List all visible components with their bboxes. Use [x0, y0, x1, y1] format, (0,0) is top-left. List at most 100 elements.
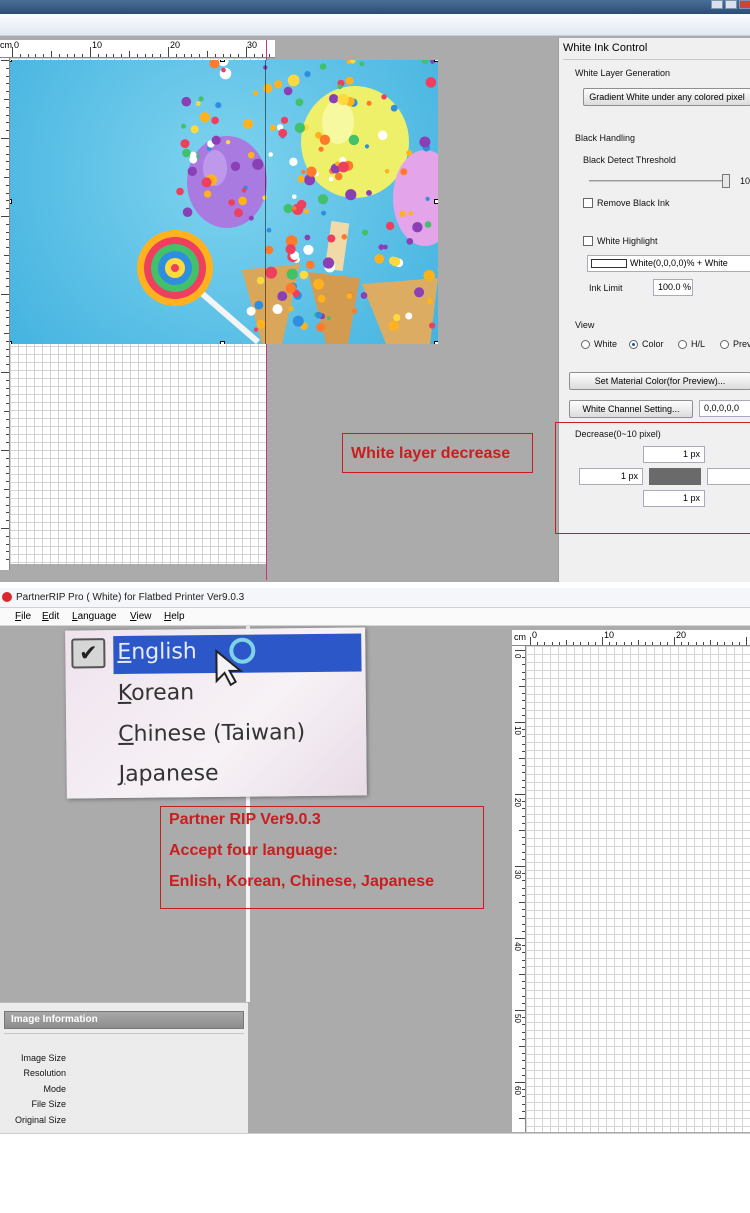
ruler-label: 20: [513, 798, 522, 807]
candy-sprinkle: [390, 257, 401, 267]
candy-sprinkle: [318, 146, 324, 152]
ruler-tick: [551, 642, 553, 645]
candy-sprinkle: [181, 96, 192, 107]
candy-image[interactable]: [10, 60, 438, 344]
candy-sprinkle: [405, 312, 413, 320]
ruler-tick: [521, 657, 525, 659]
decrease-highlight-box: [555, 422, 750, 534]
threshold-slider-track[interactable]: [589, 180, 729, 182]
ruler-tick: [616, 642, 618, 645]
ruler-tick: [519, 1046, 525, 1047]
ruler-tick: [6, 364, 9, 366]
candy-sprinkle: [426, 298, 433, 305]
view-hl-radio[interactable]: [678, 340, 687, 349]
candy-sprinkle: [345, 76, 354, 85]
candy-sprinkle: [182, 148, 191, 158]
candy-sprinkle: [361, 229, 369, 236]
candy-sprinkle: [412, 222, 423, 233]
ruler-tick: [105, 53, 107, 57]
white-highlight-color-field[interactable]: White(0,0,0,0)% + White: [587, 255, 750, 272]
ruler-tick: [521, 909, 525, 911]
ruler-tick: [6, 278, 9, 280]
menu-language[interactable]: Language: [72, 611, 117, 622]
language-option-korean[interactable]: Korean: [118, 680, 195, 706]
candy-sprinkle: [292, 206, 297, 211]
candy-sprinkle: [334, 172, 343, 181]
ruler-tick: [1, 450, 9, 451]
close-button[interactable]: [739, 0, 750, 9]
horizontal-ruler: cm 0 10 20: [512, 630, 750, 646]
white-channel-setting-button[interactable]: White Channel Setting...: [569, 400, 693, 418]
ruler-tick: [521, 693, 525, 695]
candy-sprinkle: [304, 234, 311, 241]
candy-sprinkle: [215, 102, 222, 109]
ink-limit-input[interactable]: 100.0 %: [653, 279, 693, 296]
candy-sprinkle: [187, 166, 197, 176]
candy-sprinkle: [283, 203, 293, 214]
ruler-tick: [530, 637, 531, 645]
remove-black-ink-checkbox[interactable]: [583, 198, 593, 208]
ruler-tick: [521, 750, 525, 752]
maximize-button[interactable]: [725, 0, 737, 9]
ruler-tick: [6, 387, 9, 389]
ruler-tick: [521, 873, 525, 875]
ruler-tick: [6, 247, 9, 249]
white-layer-generation-label: White Layer Generation: [575, 68, 671, 78]
candy-sprinkle: [338, 161, 349, 173]
white-highlight-checkbox[interactable]: [583, 236, 593, 246]
view-white-radio[interactable]: [581, 340, 590, 349]
ruler-tick: [515, 650, 525, 651]
ruler-tick: [6, 434, 9, 436]
candy-sprinkle: [286, 268, 298, 280]
white-layer-mode-select[interactable]: Gradient White under any colored pixel: [583, 88, 750, 106]
threshold-slider-thumb[interactable]: [722, 174, 730, 188]
menu-file[interactable]: File: [15, 611, 31, 622]
ruler-tick: [136, 53, 138, 57]
ruler-tick: [521, 923, 525, 925]
print-bed-grid[interactable]: [526, 646, 750, 1132]
ruler-tick: [6, 496, 9, 498]
view-color-radio[interactable]: [629, 340, 638, 349]
bottom-screenshot: PartnerRIP Pro ( White) for Flatbed Prin…: [0, 582, 750, 1213]
minimize-button[interactable]: [711, 0, 723, 9]
candy-sprinkle: [211, 116, 219, 125]
menu-help[interactable]: Help: [164, 611, 185, 622]
ruler-tick: [6, 465, 9, 467]
ruler-tick: [521, 822, 525, 824]
ruler-tick: [6, 356, 9, 358]
language-option-japanese[interactable]: Japanese: [119, 761, 219, 787]
view-preview-radio[interactable]: [720, 340, 729, 349]
candy-sprinkle: [201, 177, 212, 188]
ruler-tick: [4, 255, 9, 256]
ruler-tick: [519, 686, 525, 687]
menu-view[interactable]: View: [130, 611, 152, 622]
ruler-label: 20: [676, 630, 687, 640]
candy-sprinkle: [385, 221, 395, 231]
ruler-tick: [207, 51, 208, 57]
ruler-tick: [6, 481, 9, 483]
ruler-tick: [66, 53, 68, 57]
set-material-color-button[interactable]: Set Material Color(for Preview)...: [569, 372, 750, 390]
menu-edit[interactable]: Edit: [42, 611, 59, 622]
candy-sprinkle: [285, 244, 296, 255]
language-option-chinese[interactable]: Chinese (Taiwan): [118, 720, 305, 747]
ruler-tick: [74, 53, 76, 57]
candy-sprinkle: [296, 199, 307, 210]
ruler-tick: [82, 53, 84, 57]
ruler-tick: [521, 981, 525, 983]
view-white-label: White: [594, 339, 618, 349]
candy-sprinkle: [383, 244, 388, 250]
candy-sprinkle: [346, 293, 353, 299]
language-option-english[interactable]: English: [117, 639, 197, 665]
ruler-tick: [1, 216, 9, 217]
check-icon: ✔: [71, 638, 106, 669]
candy-sprinkle: [408, 211, 414, 216]
view-color-label: Color: [642, 339, 664, 349]
ruler-tick: [199, 53, 201, 57]
ruler-tick: [6, 520, 9, 522]
ruler-tick: [175, 53, 177, 57]
info-label: Resolution: [23, 1068, 66, 1078]
ruler-tick: [688, 642, 690, 645]
callout-line: Accept four language:: [169, 842, 338, 859]
ruler-tick: [6, 169, 9, 171]
